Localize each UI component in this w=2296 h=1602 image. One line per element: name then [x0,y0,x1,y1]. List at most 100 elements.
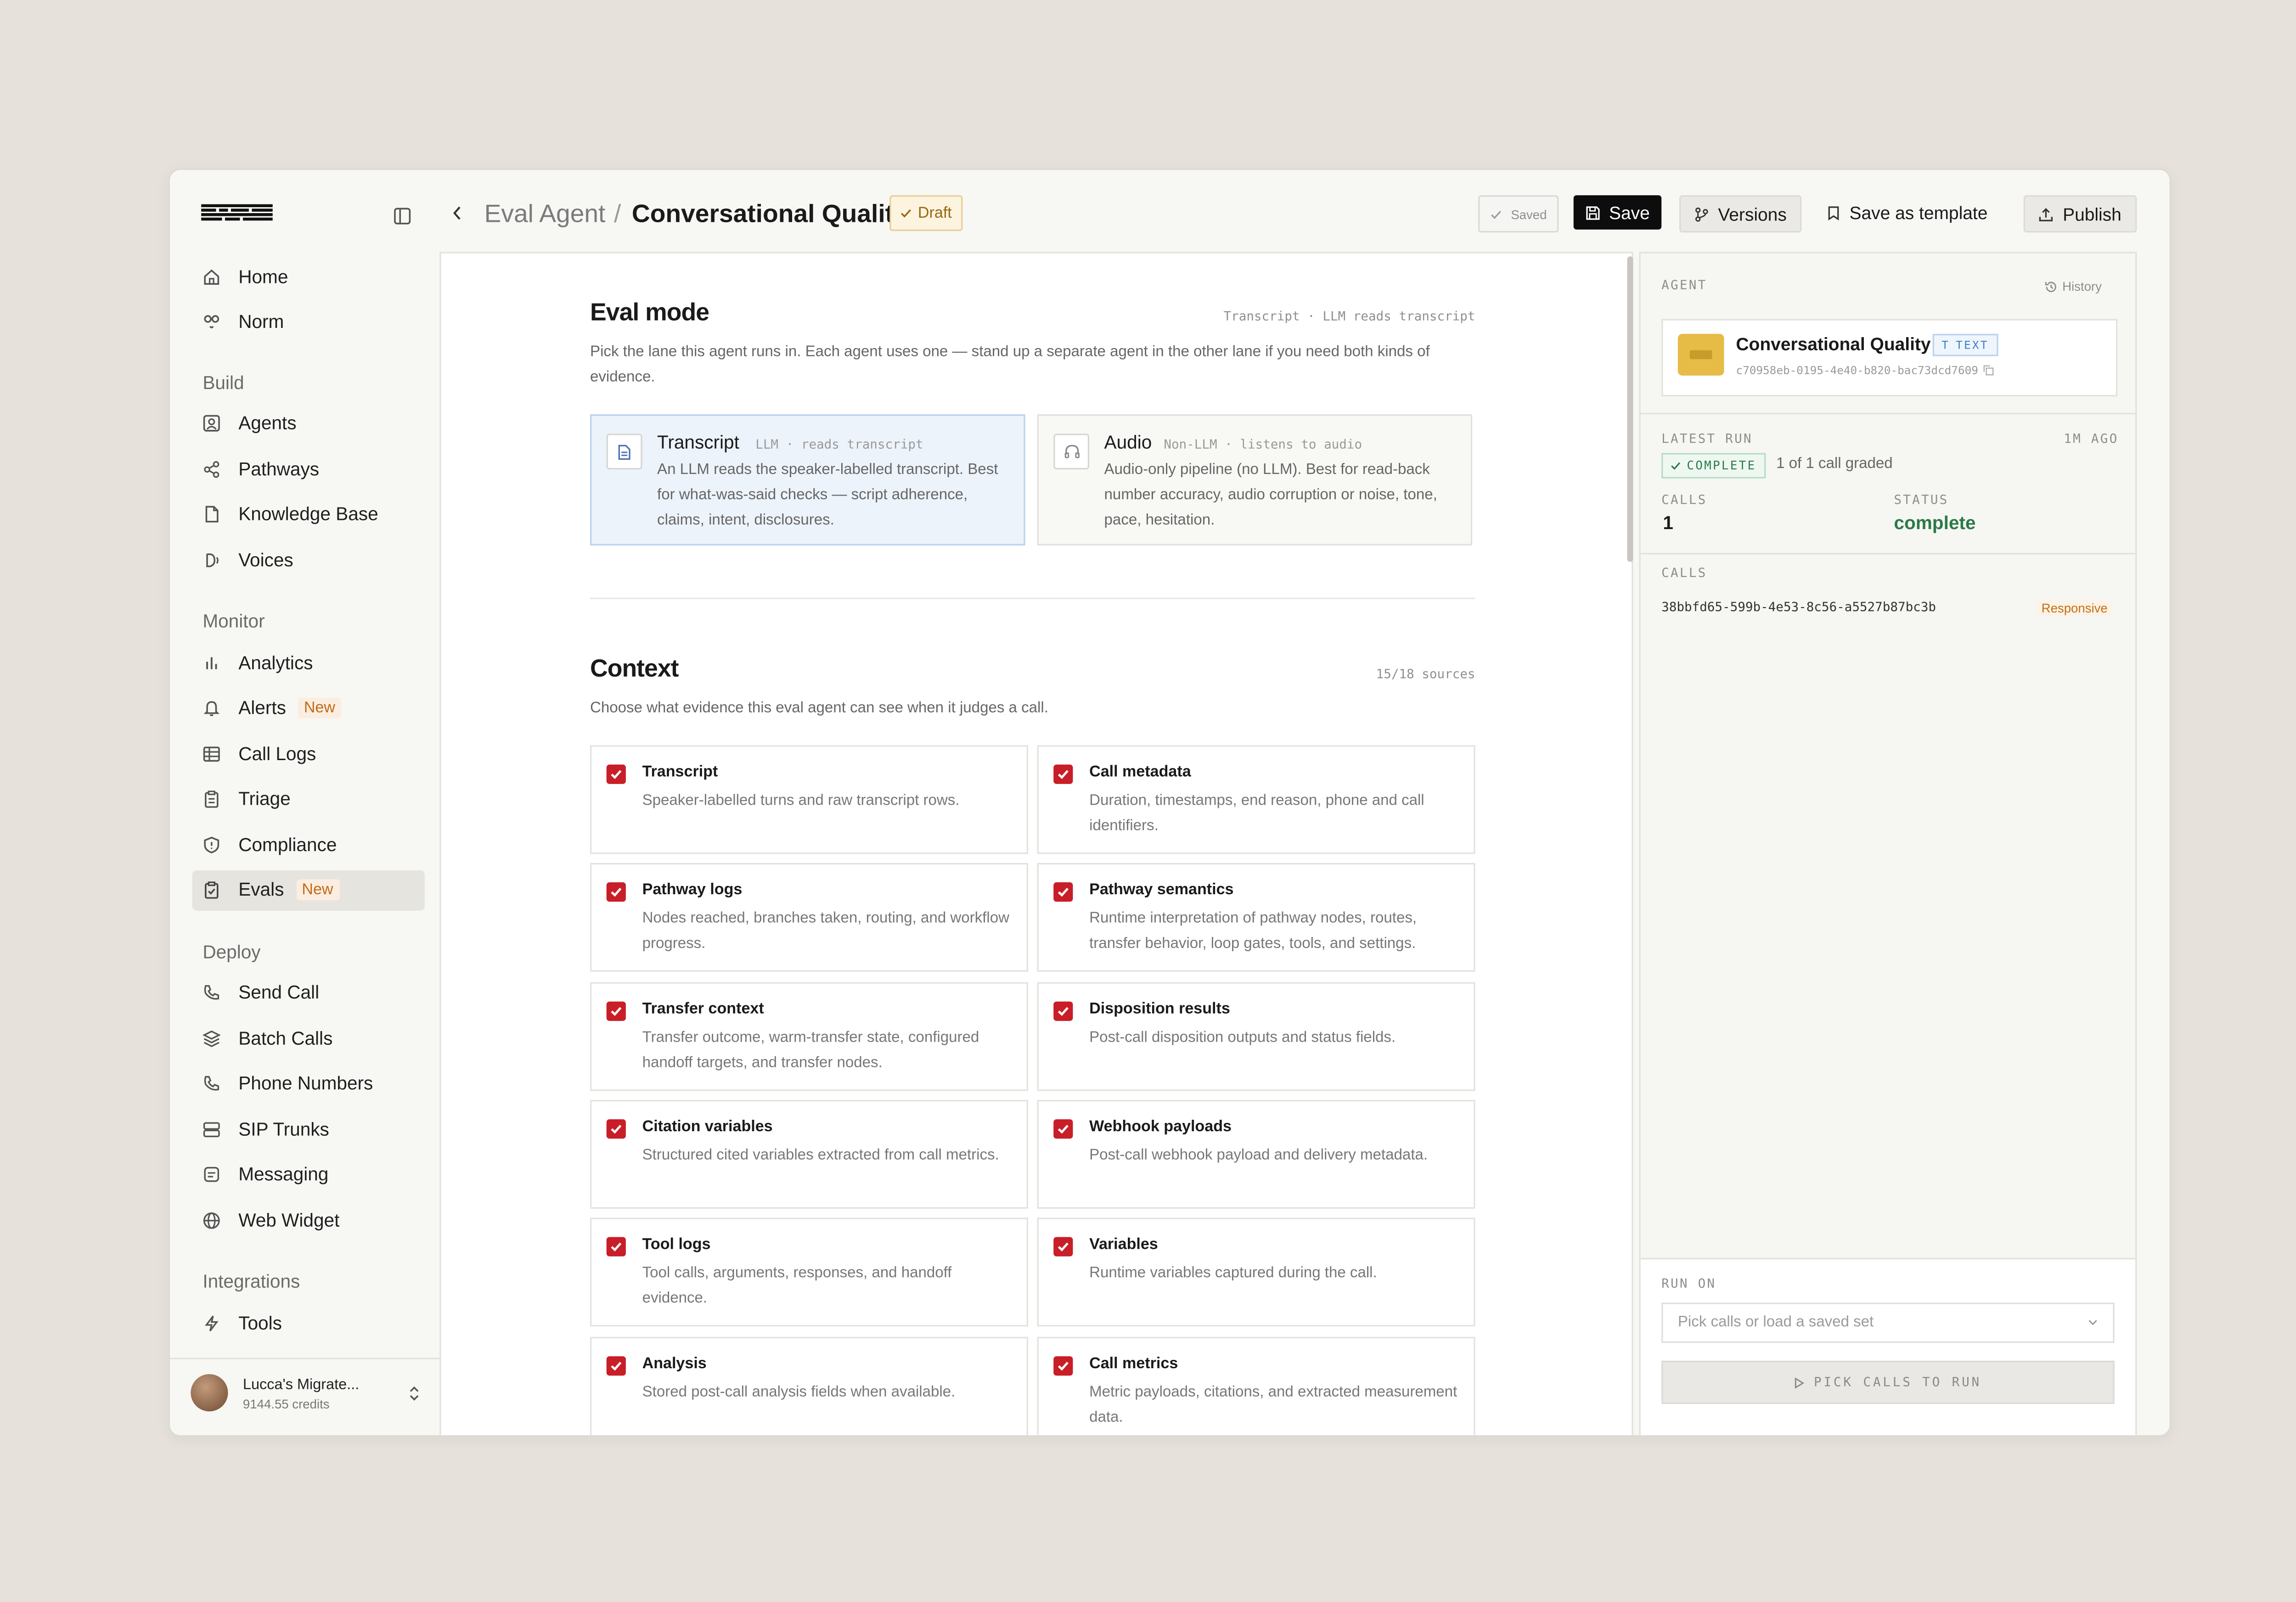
context-option-description: Speaker-labelled turns and raw transcrip… [642,793,960,810]
context-option[interactable]: Variables Runtime variables captured duri… [1037,1218,1475,1327]
context-option-title: Analysis [642,1354,707,1372]
sidebar-item-tools[interactable]: Tools [192,1303,425,1343]
chevron-up-down-icon [408,1385,420,1403]
sidebar-item-batch-calls[interactable]: Batch Calls [192,1018,425,1058]
save-button[interactable]: Save [1573,195,1662,230]
sidebar-item-triage[interactable]: Triage [192,779,425,819]
check-icon [1058,888,1069,897]
checkbox[interactable] [606,883,626,903]
sidebar-item-phone-numbers[interactable]: Phone Numbers [192,1063,425,1104]
new-badge: New [296,879,339,900]
context-option-title: Pathway logs [642,881,743,899]
check-icon [1058,1242,1069,1252]
sidebar-section-title: Build [203,372,244,393]
agent-card[interactable]: Conversational Quality T TEXT c70958eb-0… [1661,319,2118,397]
clipboard-check-icon [203,881,220,899]
sidebar-item-alerts[interactable]: Alerts New [192,688,425,728]
context-option[interactable]: Transfer context Transfer outcome, warm-t… [590,982,1029,1091]
calls-list-label: CALLS [1661,566,1707,581]
context-option-description: Runtime variables captured during the ca… [1089,1265,1377,1282]
calls-label: CALLS [1661,493,1707,508]
mode-tag: Non-LLM · listens to audio [1164,438,1362,453]
context-option[interactable]: Analysis Stored post-call analysis fields… [590,1336,1029,1435]
sidebar-item-label: Phone Numbers [238,1073,373,1094]
sidebar-toggle-icon[interactable] [394,207,411,225]
checkbox[interactable] [1053,1355,1073,1375]
logo-icon[interactable] [201,204,273,222]
status-value: complete [1894,513,1976,534]
checkbox[interactable] [1053,1237,1073,1257]
checkbox[interactable] [606,1119,626,1139]
context-title: Context [590,655,679,683]
context-option[interactable]: Transcript Speaker-labelled turns and raw… [590,745,1029,854]
sidebar-item-knowledge-base[interactable]: Knowledge Base [192,494,425,535]
user-switcher[interactable]: Lucca's Migrate... 9144.55 credits [169,1358,440,1435]
agent-type-label: TEXT [1956,338,1989,352]
context-option[interactable]: Disposition results Post-call disposition… [1037,982,1475,1091]
bolt-icon [203,1314,220,1331]
mode-card-audio[interactable]: Audio Non-LLM · listens to audio Audio-o… [1037,414,1473,546]
sidebar-item-sip-trunks[interactable]: SIP Trunks [192,1109,425,1149]
context-option[interactable]: Pathway logs Nodes reached, branches take… [590,863,1029,972]
sidebar-item-analytics[interactable]: Analytics [192,643,425,683]
checkbox[interactable] [1053,1001,1073,1021]
sidebar-section-title: Monitor [203,611,265,632]
clipboard-icon [203,790,220,808]
sidebar-item-label: Norm [238,311,284,333]
breadcrumb-parent[interactable]: Eval Agent [484,200,606,230]
mode-card-transcript[interactable]: Transcript LLM · reads transcript An LLM… [590,414,1025,546]
sidebar-item-home[interactable]: Home [192,256,425,297]
sidebar-item-web-widget[interactable]: Web Widget [192,1200,425,1240]
checkbox[interactable] [1053,883,1073,903]
history-button[interactable]: History [2044,279,2102,293]
mode-name: Transcript [657,432,739,453]
publish-button[interactable]: Publish [2023,195,2137,233]
context-meta: 15/18 sources [1376,667,1475,683]
checkbox[interactable] [606,1001,626,1021]
sidebar-item-call-logs[interactable]: Call Logs [192,733,425,774]
context-option-description: Tool calls, arguments, responses, and ha… [642,1265,952,1308]
context-option-title: Transfer context [642,999,764,1018]
context-option[interactable]: Call metrics Metric payloads, citations, … [1037,1336,1475,1435]
versions-button[interactable]: Versions [1679,195,1802,233]
context-option[interactable]: Pathway semantics Runtime interpretation … [1037,863,1475,972]
sidebar-item-pathways[interactable]: Pathways [192,449,425,489]
run-on-select[interactable]: Pick calls or load a saved set [1661,1303,2115,1343]
context-option[interactable]: Citation variables Structured cited varia… [590,1100,1029,1209]
call-id[interactable]: 38bbfd65-599b-4e53-8c56-a5527b87bc3b [1661,601,1936,615]
context-option-description: Post-call webhook payload and delivery m… [1089,1147,1428,1164]
context-option-description: Runtime interpretation of pathway nodes,… [1089,911,1417,953]
agent-name: Conversational Quality [1736,333,1931,355]
checkbox[interactable] [606,764,626,784]
checkbox[interactable] [606,1355,626,1375]
context-option[interactable]: Webhook payloads Post-call webhook payloa… [1037,1100,1475,1209]
copy-icon[interactable] [1983,365,1993,376]
sidebar-item-voices[interactable]: Voices [192,540,425,580]
graded-text: 1 of 1 call graded [1776,456,1893,473]
upload-icon [2039,207,2054,221]
bar-chart-icon [203,654,220,671]
back-chevron-icon[interactable] [451,206,463,220]
sidebar-item-compliance[interactable]: Compliance [192,824,425,864]
context-option[interactable]: Call metadata Duration, timestamps, end r… [1037,745,1475,854]
calls-value: 1 [1663,513,1673,534]
save-as-template-button[interactable]: Save as template [1818,195,1997,230]
sidebar-item-evals[interactable]: Evals New [192,869,425,910]
pick-calls-button[interactable]: PICK CALLS TO RUN [1661,1360,2115,1404]
checkbox[interactable] [1053,1119,1073,1139]
context-option-title: Pathway semantics [1089,881,1234,899]
page-title: Conversational Quality [631,199,908,228]
sidebar-item-label: Home [238,266,288,287]
context-option[interactable]: Tool logs Tool calls, arguments, response… [590,1218,1029,1327]
checkbox[interactable] [606,1237,626,1257]
status-label: STATUS [1894,493,1949,508]
sidebar-item-messaging[interactable]: Messaging [192,1154,425,1195]
sidebar-item-norm[interactable]: Norm [192,302,425,342]
sidebar-item-send-call[interactable]: Send Call [192,972,425,1013]
sidebar-item-agents[interactable]: Agents [192,403,425,444]
check-icon [900,209,912,218]
scrollbar[interactable] [1627,256,1633,562]
save-button-label: Save [1609,202,1650,223]
table-icon [203,745,220,762]
checkbox[interactable] [1053,764,1073,784]
